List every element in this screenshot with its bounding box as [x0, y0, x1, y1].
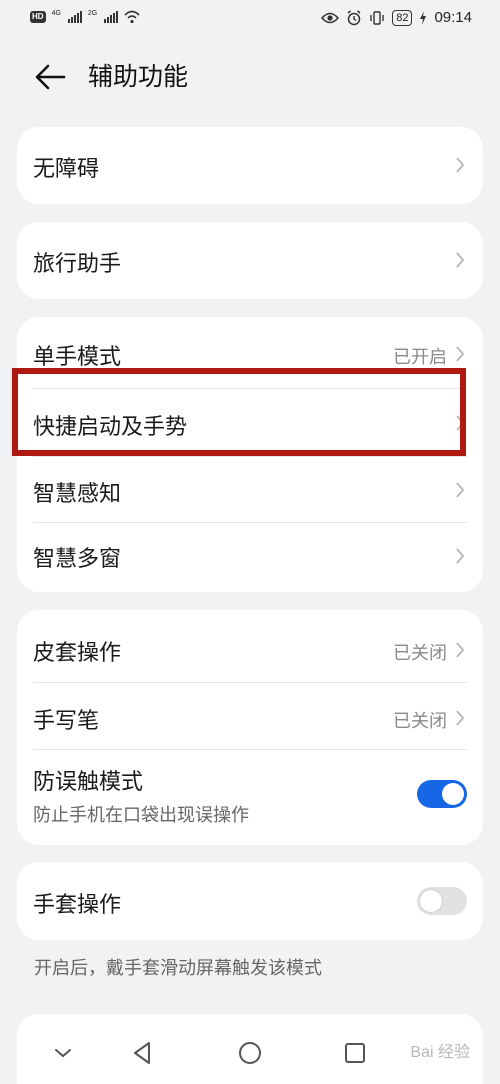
nav-home-icon[interactable]: [235, 1038, 265, 1068]
sim2-network-label: 2G: [87, 10, 98, 17]
settings-item-pocket-mode: 防误触模式 防止手机在口袋出现误操作: [17, 750, 483, 845]
hd-badge: HD: [30, 11, 46, 23]
page-title: 辅助功能: [88, 62, 189, 91]
item-status: 已开启: [393, 347, 447, 368]
settings-item-glove-mode: 手套操作: [17, 862, 483, 940]
nav-recents-icon[interactable]: [340, 1038, 370, 1068]
highlight-box: [12, 368, 466, 456]
nav-down-icon[interactable]: [48, 1038, 78, 1068]
sim1-network-label: 4G: [51, 10, 61, 17]
item-label: 单手模式: [33, 345, 122, 370]
chevron-right-icon: [456, 346, 465, 362]
item-label: 智慧多窗: [33, 547, 122, 572]
chevron-right-icon: [456, 252, 465, 268]
item-description: 防止手机在口袋出现误操作: [33, 805, 249, 826]
item-status: 已关闭: [393, 643, 447, 664]
settings-item-stylus[interactable]: 手写笔 已关闭: [17, 683, 483, 749]
item-status: 已关闭: [393, 711, 447, 732]
status-time: 09:14: [434, 9, 472, 26]
eye-icon: [321, 12, 340, 23]
battery-icon: 82: [392, 9, 413, 26]
settings-item-multi-window[interactable]: 智慧多窗: [17, 523, 483, 592]
item-label: 皮套操作: [33, 641, 122, 666]
chevron-right-icon: [456, 157, 465, 173]
item-label: 无障碍: [33, 157, 100, 182]
wifi-icon: [124, 10, 140, 24]
chevron-right-icon: [456, 710, 465, 726]
back-arrow-icon[interactable]: [34, 62, 66, 92]
watermark: Bai 经验: [410, 1044, 470, 1061]
toggle-knob: [420, 890, 442, 912]
pocket-mode-toggle[interactable]: [417, 780, 467, 808]
settings-group-4: 皮套操作 已关闭 手写笔 已关闭 防误触模式 防止手机在口袋出现误操作: [17, 610, 483, 845]
settings-group-2: 旅行助手: [17, 222, 483, 299]
settings-item-accessibility[interactable]: 无障碍: [17, 127, 483, 204]
status-left: HD 4G 2G: [30, 10, 140, 24]
charging-icon: [420, 10, 427, 25]
settings-item-cover-operation[interactable]: 皮套操作 已关闭: [17, 610, 483, 682]
settings-group-5: 手套操作: [17, 862, 483, 940]
glove-mode-toggle[interactable]: [417, 887, 467, 915]
item-label: 手写笔: [33, 709, 100, 734]
status-right: 82 09:14: [321, 9, 472, 26]
item-label: 智慧感知: [33, 482, 122, 507]
vibrate-icon: [370, 10, 384, 25]
signal-icon-2: [104, 11, 119, 23]
nav-back-icon[interactable]: [128, 1038, 158, 1068]
chevron-right-icon: [456, 482, 465, 498]
settings-group-1: 无障碍: [17, 127, 483, 204]
item-label: 手套操作: [33, 893, 122, 918]
chevron-right-icon: [456, 642, 465, 658]
settings-item-travel-assistant[interactable]: 旅行助手: [17, 222, 483, 299]
chevron-right-icon: [456, 548, 465, 564]
signal-icon: [67, 11, 82, 23]
status-bar: HD 4G 2G 82 09:14: [0, 0, 500, 40]
item-label: 旅行助手: [33, 252, 122, 277]
item-label: 防误触模式: [33, 770, 144, 795]
alarm-icon: [347, 9, 361, 25]
glove-mode-description: 开启后，戴手套滑动屏幕触发该模式: [34, 958, 322, 979]
toggle-knob: [442, 783, 464, 805]
settings-item-smart-perception[interactable]: 智慧感知: [17, 457, 483, 522]
page-header: 辅助功能: [0, 52, 500, 104]
